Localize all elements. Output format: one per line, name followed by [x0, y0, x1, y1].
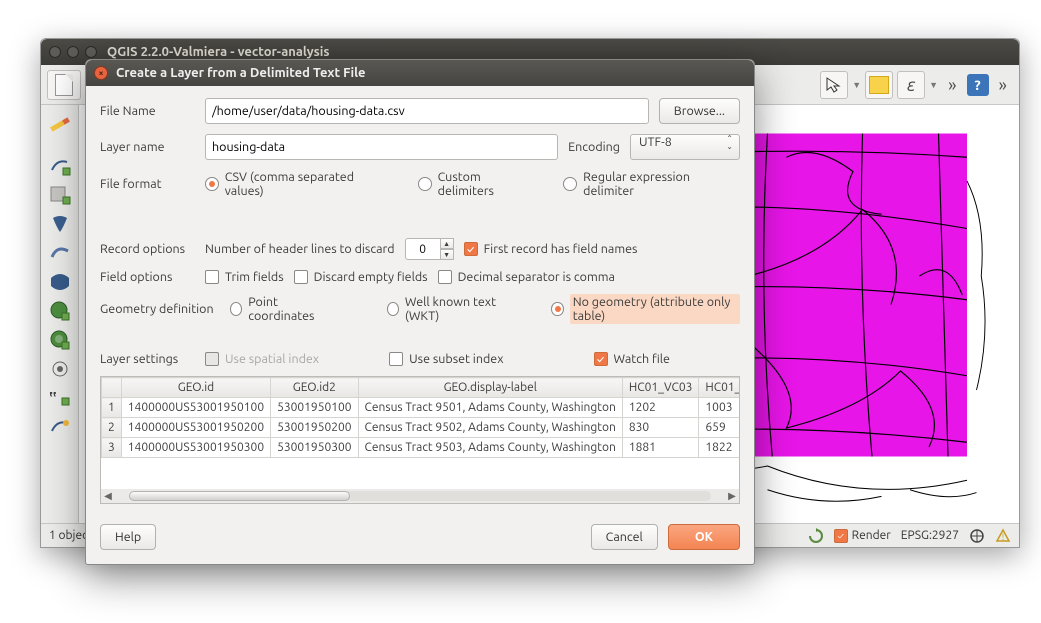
radio-regex-delim[interactable]: Regular expression delimiter — [563, 170, 740, 198]
spinner-down-icon[interactable]: ▼ — [440, 249, 454, 260]
cancel-button[interactable]: Cancel — [591, 524, 658, 550]
radio-point-coords[interactable]: Point coordinates — [230, 295, 332, 323]
layer-settings-label: Layer settings — [100, 352, 195, 366]
file-name-input[interactable] — [205, 98, 649, 124]
table-row: 11400000US5300195010053001950100Census T… — [102, 398, 741, 418]
help-button[interactable]: Help — [100, 524, 156, 550]
decimal-comma-check[interactable]: Decimal separator is comma — [438, 270, 615, 284]
ok-button[interactable]: OK — [668, 524, 740, 550]
close-icon[interactable]: × — [94, 66, 108, 80]
spatial-index-check: Use spatial index — [205, 352, 319, 366]
first-record-check[interactable]: First record has field names — [464, 242, 638, 256]
deselect-button[interactable] — [865, 71, 893, 99]
close-icon[interactable] — [49, 46, 61, 58]
radio-wkt[interactable]: Well known text (WKT) — [387, 295, 515, 323]
add-wfs-button[interactable] — [46, 356, 74, 382]
maximize-icon[interactable] — [85, 46, 97, 58]
table-row: 21400000US5300195020053001950200Census T… — [102, 418, 741, 438]
geometry-label: Geometry definition — [100, 302, 220, 316]
col-vc03[interactable]: HC01_VC03 — [622, 378, 699, 398]
crs-icon[interactable] — [969, 528, 985, 544]
discard-empty-check[interactable]: Discard empty fields — [294, 270, 428, 284]
svg-text:!: ! — [1002, 532, 1004, 542]
refresh-icon[interactable] — [808, 528, 824, 544]
file-format-label: File format — [100, 177, 195, 191]
watch-file-check[interactable]: Watch file — [594, 352, 670, 366]
col-vc04[interactable]: HC01_VC04 — [699, 378, 740, 398]
add-spatialite-button[interactable] — [46, 240, 74, 266]
field-options-label: Field options — [100, 270, 195, 284]
layer-name-label: Layer name — [100, 140, 195, 154]
toolbar-overflow-icon-2[interactable]: » — [993, 75, 1013, 95]
svg-text:‟: ‟ — [49, 389, 57, 407]
crs-label[interactable]: EPSG:2927 — [901, 529, 959, 542]
col-geoid2[interactable]: GEO.id2 — [271, 378, 358, 398]
dialog-titlebar[interactable]: × Create a Layer from a Delimited Text F… — [86, 60, 754, 86]
add-wms-button[interactable] — [46, 298, 74, 324]
encoding-select[interactable]: UTF-8 — [630, 134, 740, 160]
select-tool-button[interactable] — [820, 71, 848, 99]
new-project-button[interactable] — [47, 70, 81, 100]
file-name-label: File Name — [100, 104, 195, 118]
header-discard-label: Number of header lines to discard — [205, 242, 395, 256]
radio-csv[interactable]: CSV (comma separated values) — [205, 170, 392, 198]
window-title: QGIS 2.2.0-Valmiera - vector-analysis — [107, 45, 330, 59]
radio-custom-delim[interactable]: Custom delimiters — [418, 170, 538, 198]
col-display[interactable]: GEO.display-label — [358, 378, 622, 398]
table-row: 31400000US5300195030053001950300Census T… — [102, 438, 741, 458]
add-vector-button[interactable] — [46, 153, 74, 179]
col-geoid[interactable]: GEO.id — [121, 378, 270, 398]
trim-fields-check[interactable]: Trim fields — [205, 270, 284, 284]
encoding-label: Encoding — [568, 140, 620, 154]
minimize-icon[interactable] — [67, 46, 79, 58]
preview-table[interactable]: GEO.id GEO.id2 GEO.display-label HC01_VC… — [100, 376, 740, 504]
epsilon-button[interactable]: ε — [897, 71, 925, 99]
add-mssql-button[interactable] — [46, 269, 74, 295]
col-idx[interactable] — [102, 378, 122, 398]
toolbar-overflow-icon[interactable]: » — [942, 75, 962, 95]
add-wcs-button[interactable] — [46, 327, 74, 353]
scroll-right-icon[interactable]: ▶ — [725, 490, 739, 502]
subset-index-check[interactable]: Use subset index — [389, 352, 503, 366]
add-delimited-button[interactable]: ‟ — [46, 385, 74, 411]
side-toolbar: ‟ — [41, 105, 79, 523]
warning-icon[interactable]: ! — [995, 528, 1011, 544]
browse-button[interactable]: Browse... — [659, 98, 740, 124]
new-shapefile-button[interactable] — [46, 414, 74, 440]
add-raster-button[interactable] — [46, 182, 74, 208]
spinner-up-icon[interactable]: ▲ — [440, 238, 454, 249]
help-icon[interactable]: ? — [967, 74, 989, 96]
delimited-text-dialog: × Create a Layer from a Delimited Text F… — [85, 59, 755, 565]
edit-toggle-button[interactable] — [46, 111, 74, 137]
render-toggle[interactable]: ✓ Render — [834, 529, 891, 543]
radio-no-geometry[interactable]: No geometry (attribute only table) — [551, 294, 740, 324]
dialog-title: Create a Layer from a Delimited Text Fil… — [116, 66, 366, 80]
record-options-label: Record options — [100, 242, 195, 256]
horizontal-scrollbar[interactable]: ◀ ▶ — [101, 489, 739, 503]
layer-name-input[interactable] — [205, 134, 558, 160]
header-discard-spinner[interactable]: ▲▼ — [405, 238, 454, 260]
scroll-left-icon[interactable]: ◀ — [101, 490, 115, 502]
add-postgis-button[interactable] — [46, 211, 74, 237]
